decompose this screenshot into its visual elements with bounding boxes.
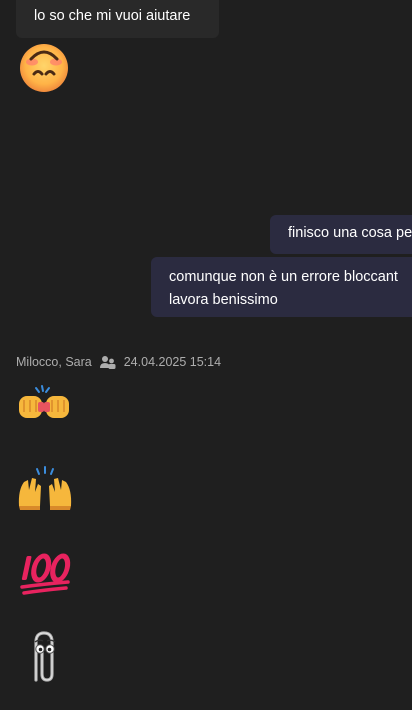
upside-down-face-emoji-icon[interactable] <box>16 42 70 101</box>
outgoing-message-text: finisco una cosa pe <box>288 225 412 241</box>
incoming-message-text: lo so che mi vuoi aiutare <box>34 8 191 24</box>
outgoing-message-text-line: comunque non è un errore bloccant <box>169 269 398 285</box>
outgoing-message-bubble[interactable]: comunque non è un errore bloccant lavora… <box>151 257 412 317</box>
people-presence-icon <box>99 355 116 369</box>
outgoing-message-bubble[interactable]: finisco una cosa pe <box>270 215 412 254</box>
raised-hands-emoji-icon[interactable] <box>16 466 74 519</box>
message-sender-header: Milocco, Sara 24.04.2025 15:14 <box>16 355 221 369</box>
sender-name[interactable]: Milocco, Sara <box>16 355 92 369</box>
outgoing-message-text-line: lavora benissimo <box>169 292 278 308</box>
hundred-points-emoji-icon[interactable] <box>16 550 74 603</box>
paperclip-clippy-emoji-icon[interactable] <box>16 630 72 689</box>
fist-bump-emoji-icon[interactable] <box>16 382 72 427</box>
message-timestamp: 24.04.2025 15:14 <box>123 355 222 369</box>
incoming-message-bubble[interactable]: lo so che mi vuoi aiutare <box>16 0 219 38</box>
